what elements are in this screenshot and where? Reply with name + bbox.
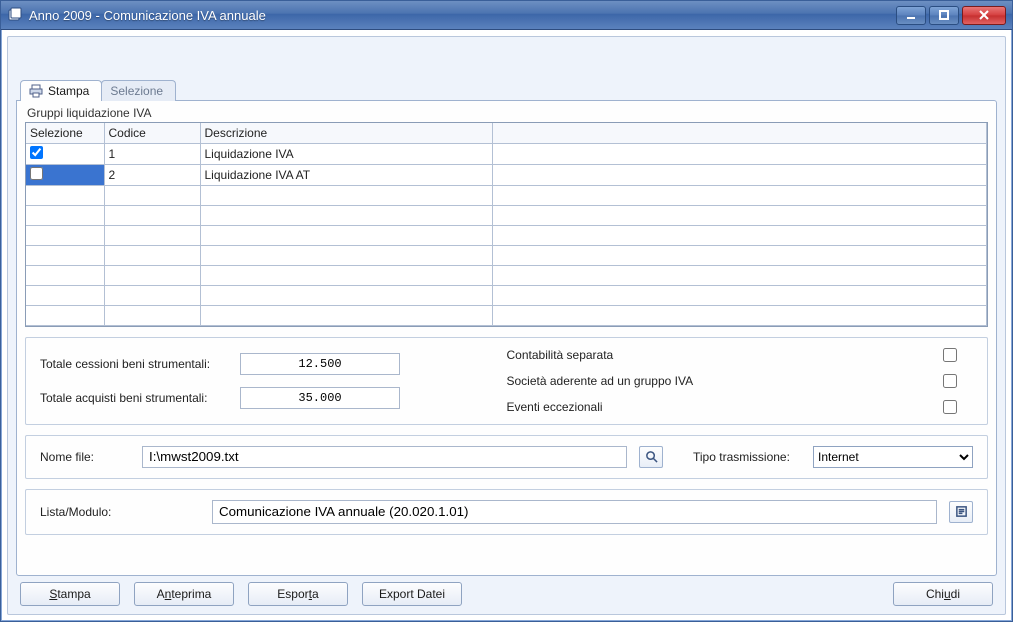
societa-gruppo-checkbox[interactable] bbox=[943, 374, 957, 388]
button-bar: Stampa Anteprima Esporta Export Datei Ch… bbox=[16, 576, 997, 606]
liquidazione-grid[interactable]: Selezione Codice Descrizione 1 Liquidazi… bbox=[25, 122, 988, 327]
app-icon bbox=[7, 7, 23, 23]
row2-descrizione[interactable]: Liquidazione IVA AT bbox=[200, 164, 492, 185]
printer-icon bbox=[29, 84, 43, 98]
file-panel: Nome file: Tipo trasmissione: Internet bbox=[25, 435, 988, 479]
table-row[interactable] bbox=[26, 285, 987, 305]
societa-gruppo-label: Società aderente ad un gruppo IVA bbox=[507, 374, 934, 388]
tot-acquisti-label: Totale acquisti beni strumentali: bbox=[40, 391, 230, 405]
close-button[interactable] bbox=[962, 6, 1006, 25]
eventi-ecc-label: Eventi eccezionali bbox=[507, 400, 934, 414]
contab-separata-label: Contabilità separata bbox=[507, 348, 934, 362]
table-row[interactable] bbox=[26, 205, 987, 225]
maximize-button[interactable] bbox=[929, 6, 959, 25]
col-empty bbox=[492, 123, 987, 143]
modulo-lookup-button[interactable] bbox=[949, 501, 973, 523]
nomefile-label: Nome file: bbox=[40, 450, 130, 464]
modulo-panel: Lista/Modulo: bbox=[25, 489, 988, 535]
table-row[interactable] bbox=[26, 225, 987, 245]
title-bar: Anno 2009 - Comunicazione IVA annuale bbox=[1, 1, 1012, 30]
totals-panel: Totale cessioni beni strumentali: Totale… bbox=[25, 337, 988, 425]
grid-section: Gruppi liquidazione IVA Selezione Codice… bbox=[25, 105, 988, 327]
tab-bar: Stampa Selezione bbox=[16, 79, 997, 100]
tipo-trasmissione-label: Tipo trasmissione: bbox=[693, 450, 803, 464]
tab-selezione-label: Selezione bbox=[110, 84, 163, 98]
tab-selezione[interactable]: Selezione bbox=[101, 80, 176, 101]
table-row[interactable] bbox=[26, 265, 987, 285]
row1-codice[interactable]: 1 bbox=[104, 143, 200, 164]
window-title: Anno 2009 - Comunicazione IVA annuale bbox=[29, 8, 896, 23]
stampa-button[interactable]: Stampa bbox=[20, 582, 120, 606]
row2-checkbox[interactable] bbox=[30, 167, 43, 180]
chiudi-button[interactable]: Chiudi bbox=[893, 582, 993, 606]
export-datei-button[interactable]: Export Datei bbox=[362, 582, 462, 606]
tipo-trasmissione-select[interactable]: Internet bbox=[813, 446, 973, 468]
tot-cessioni-input[interactable] bbox=[240, 353, 400, 375]
anteprima-button[interactable]: Anteprima bbox=[134, 582, 234, 606]
eventi-ecc-checkbox[interactable] bbox=[943, 400, 957, 414]
row1-descrizione[interactable]: Liquidazione IVA bbox=[200, 143, 492, 164]
table-row[interactable]: 2 Liquidazione IVA AT bbox=[26, 164, 987, 185]
row1-checkbox[interactable] bbox=[30, 146, 43, 159]
tot-acquisti-input[interactable] bbox=[240, 387, 400, 409]
client-area: Stampa Selezione Gruppi liquidazione IVA bbox=[7, 36, 1006, 615]
tab-stampa-label: Stampa bbox=[48, 84, 89, 98]
lista-modulo-input[interactable] bbox=[212, 500, 937, 524]
col-selezione[interactable]: Selezione bbox=[26, 123, 104, 143]
tab-page-stampa: Gruppi liquidazione IVA Selezione Codice… bbox=[16, 100, 997, 576]
grid-title: Gruppi liquidazione IVA bbox=[25, 105, 988, 122]
window: Anno 2009 - Comunicazione IVA annuale St… bbox=[0, 0, 1013, 622]
table-row[interactable] bbox=[26, 185, 987, 205]
window-buttons bbox=[896, 6, 1006, 25]
table-row[interactable] bbox=[26, 245, 987, 265]
tot-cessioni-label: Totale cessioni beni strumentali: bbox=[40, 357, 230, 371]
table-row[interactable]: 1 Liquidazione IVA bbox=[26, 143, 987, 164]
nomefile-input[interactable] bbox=[142, 446, 627, 468]
table-row[interactable] bbox=[26, 305, 987, 325]
grid-header-row: Selezione Codice Descrizione bbox=[26, 123, 987, 143]
col-descrizione[interactable]: Descrizione bbox=[200, 123, 492, 143]
browse-button[interactable] bbox=[639, 446, 663, 468]
esporta-button[interactable]: Esporta bbox=[248, 582, 348, 606]
contab-separata-checkbox[interactable] bbox=[943, 348, 957, 362]
tab-stampa[interactable]: Stampa bbox=[20, 80, 102, 101]
col-codice[interactable]: Codice bbox=[104, 123, 200, 143]
row2-codice[interactable]: 2 bbox=[104, 164, 200, 185]
lista-modulo-label: Lista/Modulo: bbox=[40, 505, 200, 519]
minimize-button[interactable] bbox=[896, 6, 926, 25]
